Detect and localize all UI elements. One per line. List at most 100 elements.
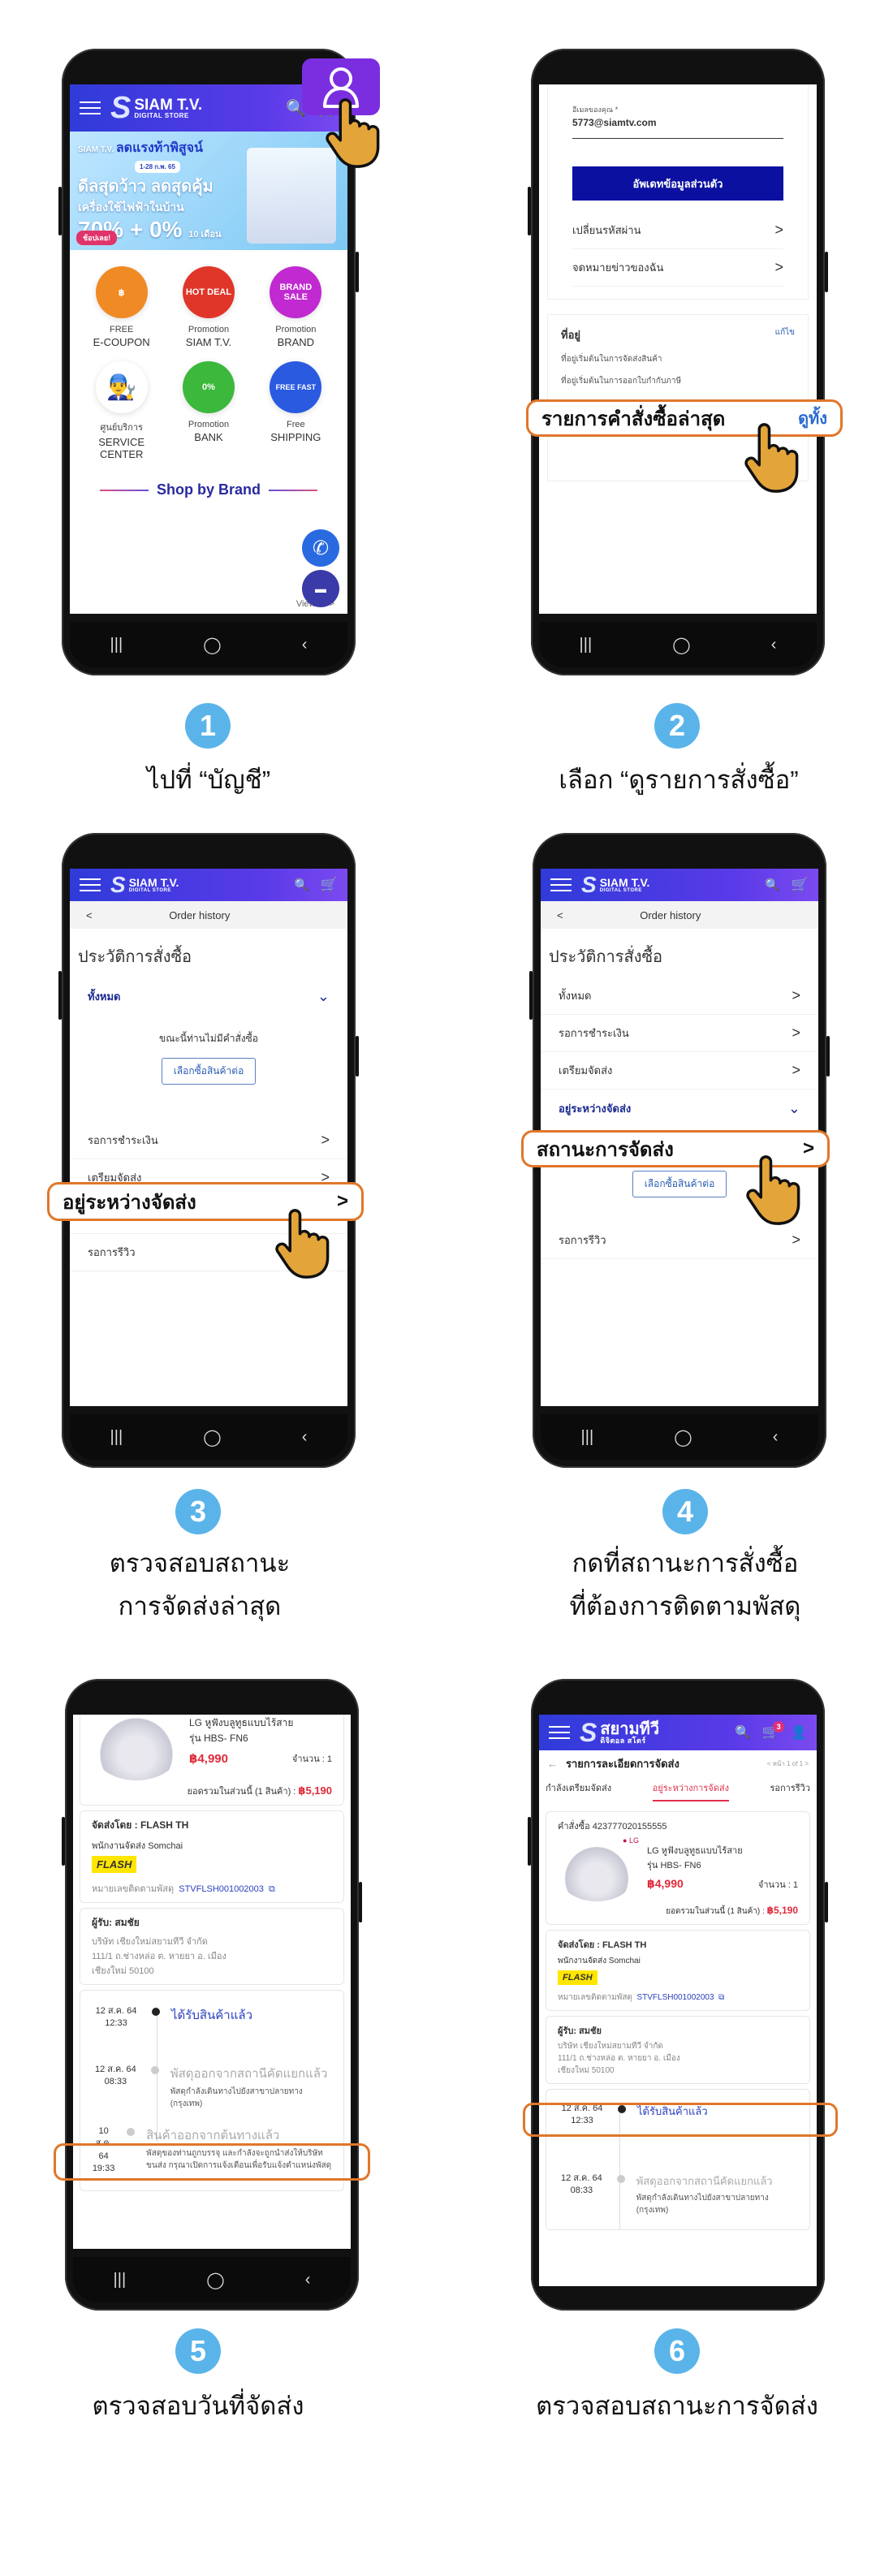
back-icon[interactable]: ‹	[771, 636, 777, 654]
filter-preparing[interactable]: เตรียมจัดส่ง >	[541, 1052, 818, 1090]
shop-by-brand-heading: Shop by Brand	[70, 481, 347, 498]
chat-button[interactable]: ▬	[302, 570, 339, 607]
newsletter-row[interactable]: จดหมายข่าวของฉัน >	[572, 249, 783, 287]
entry-time: 08:33	[570, 2186, 593, 2196]
hamburger-icon[interactable]	[80, 101, 101, 114]
cart-icon[interactable]: 🛒 3	[762, 1721, 785, 1741]
back-button[interactable]: <	[557, 909, 563, 921]
filter-all[interactable]: ทั้งหมด >	[541, 977, 818, 1015]
back-icon[interactable]: ‹	[305, 2271, 311, 2289]
edit-address-link[interactable]: แก้ไข	[775, 326, 795, 343]
screen-title: Order history	[169, 908, 231, 921]
shortcut-top: FREE	[109, 325, 134, 334]
back-arrow-icon[interactable]: ←	[547, 1758, 558, 1770]
recent-apps-icon[interactable]: |||	[110, 636, 123, 654]
shortcut-hot-deal[interactable]: HOT DEAL Promotion SIAM T.V.	[165, 266, 252, 348]
chevron-right-icon: >	[802, 1137, 814, 1159]
filter-review[interactable]: รอการรีวิว >	[541, 1222, 818, 1259]
logo[interactable]: SIAM T.V. DIGITAL STORE	[600, 877, 650, 893]
banner-headline: ลดแรงท้าพิสูจน์	[115, 141, 203, 155]
continue-shopping-button[interactable]: เลือกซื้อสินค้าต่อ	[161, 1058, 257, 1085]
empty-state: ขณะนี้ท่านไม่มีคำสั่งซื้อ เลือกซื้อสินค้…	[70, 1031, 347, 1085]
ship-date-highlight	[54, 2143, 370, 2181]
tab-preparing[interactable]: กำลังเตรียมจัดส่ง	[546, 1780, 611, 1801]
subtotal-label: ยอดรวมในส่วนนี้ (1 สินค้า) :	[187, 1787, 296, 1797]
shortcut-brand-sale[interactable]: BRAND SALE Promotion BRAND	[252, 266, 339, 348]
entry-desc: พัสดุกำลังเดินทางไปยังสาขาปลายทาง (กรุงเ…	[636, 2194, 769, 2215]
recent-apps-icon[interactable]: |||	[110, 1428, 123, 1447]
logo[interactable]: SIAM T.V. DIGITAL STORE	[134, 97, 202, 119]
tab-review[interactable]: รอการรีวิว	[770, 1780, 810, 1801]
order-history-bar: < Order history	[70, 901, 347, 929]
earbuds-product-image	[558, 1845, 636, 1901]
search-icon[interactable]: 🔍	[765, 878, 780, 892]
email-field[interactable]: 5773@siamtv.com	[572, 115, 783, 139]
back-button[interactable]: <	[86, 909, 93, 921]
back-icon[interactable]: ‹	[302, 636, 308, 654]
receiver-name: ผู้รับ: สมชัย	[92, 1917, 140, 1928]
address-title: ที่อยู่	[561, 329, 580, 341]
hamburger-icon[interactable]	[549, 1726, 570, 1739]
view-all-orders-link[interactable]: ดูทั้ง	[798, 405, 827, 431]
search-icon[interactable]: 🔍	[735, 1724, 751, 1741]
phone-call-button[interactable]: ✆	[302, 529, 339, 567]
pagination[interactable]: < หน้า 1 of 1 >	[767, 1758, 809, 1769]
shortcut-label: BRAND	[277, 336, 315, 348]
phone-step-3: S SIAM T.V. DIGITAL STORE 🔍 🛒 < Order hist…	[47, 833, 364, 1468]
filter-in-transit[interactable]: อยู่ระหว่างจัดส่ง ⌄	[541, 1090, 818, 1127]
address-card: ที่อยู่ แก้ไข ที่อยู่เริ่มต้นในการจัดส่งส…	[547, 314, 809, 402]
filter-pending-payment[interactable]: รอการชำระเงิน >	[541, 1015, 818, 1052]
chevron-right-icon: >	[792, 1025, 800, 1041]
default-billing-address: ที่อยู่เริ่มต้นในการออกใบกำกับภาษี	[561, 377, 682, 386]
hamburger-icon[interactable]	[550, 878, 572, 891]
pointer-hand-icon	[745, 1154, 802, 1226]
back-icon[interactable]: ‹	[773, 1428, 779, 1447]
home-screen: S SIAM T.V.DIGITAL STORE 🔍 🛒 SIAM T.V. ล…	[70, 84, 347, 614]
tab-in-transit[interactable]: อยู่ระหว่างการจัดส่ง	[652, 1780, 729, 1801]
recent-apps-icon[interactable]: |||	[581, 1428, 594, 1447]
change-password-row[interactable]: เปลี่ยนรหัสผ่าน >	[572, 212, 783, 249]
continue-shopping-button[interactable]: เลือกซื้อสินค้าต่อ	[632, 1171, 727, 1197]
filter-all[interactable]: ทั้งหมด ⌄	[70, 977, 347, 1015]
shortcut-label: E-COUPON	[93, 336, 150, 348]
shortcut-shipping[interactable]: FREE FAST Free SHIPPING	[252, 361, 339, 460]
promo-banner[interactable]: SIAM T.V. ลดแรงท้าพิสูจน์ 1-28 ก.พ. 65 ด…	[70, 132, 347, 250]
row-label: ทั้งหมด	[88, 990, 121, 1003]
recent-apps-icon[interactable]: |||	[114, 2271, 127, 2289]
tracking-number: STVFLSH001002003	[179, 1884, 264, 1894]
update-profile-button[interactable]: อัพเดทข้อมูลส่วนตัว	[572, 166, 783, 201]
home-icon[interactable]: ◯	[203, 1427, 221, 1448]
tracking-label: หมายเลขติดตามพัสดุ	[92, 1884, 175, 1894]
shortcut-bank[interactable]: 0% Promotion BANK	[165, 361, 252, 460]
home-icon[interactable]: ◯	[674, 1427, 692, 1448]
search-icon[interactable]: 🔍	[294, 878, 309, 892]
receiver-address-3: เชียงใหม่ 50100	[558, 2066, 615, 2075]
banner-cta[interactable]: ช้อปเลย!	[76, 231, 118, 245]
home-icon[interactable]: ◯	[203, 635, 221, 655]
cart-icon[interactable]: 🛒	[792, 877, 809, 893]
screen-title: Order history	[640, 908, 701, 921]
android-nav-bar: ||| ◯ ‹	[541, 1414, 818, 1460]
recent-apps-icon[interactable]: |||	[580, 636, 593, 654]
row-label: ทั้งหมด	[559, 990, 592, 1002]
shortcut-service-center[interactable]: 👨‍🔧 ศูนย์บริการ SERVICE CENTER	[78, 361, 165, 460]
logo[interactable]: SIAM T.V. DIGITAL STORE	[129, 877, 179, 893]
back-icon[interactable]: ‹	[302, 1428, 308, 1447]
subtotal-value: ฿5,190	[766, 1905, 798, 1916]
coupon-icon: ฿	[95, 266, 148, 318]
phone-step-1: S SIAM T.V.DIGITAL STORE 🔍 🛒 SIAM T.V. ล…	[58, 49, 380, 675]
logo[interactable]: สยามทีวี ดิจิตอล สโตร์	[600, 1721, 659, 1745]
copy-icon[interactable]: ⧉	[718, 1993, 724, 2002]
filter-pending-payment[interactable]: รอการชำระเงิน >	[70, 1122, 347, 1159]
cart-icon[interactable]: 🛒	[321, 877, 338, 893]
brand-sub: DIGITAL STORE	[599, 888, 642, 893]
home-icon[interactable]: ◯	[206, 2270, 224, 2290]
copy-icon[interactable]: ⧉	[269, 1884, 275, 1894]
earbuds-product-image	[92, 1715, 181, 1780]
shortcut-e-coupon[interactable]: ฿ FREE E-COUPON	[78, 266, 165, 348]
user-icon[interactable]: 👤	[791, 1724, 807, 1741]
step-number-1: 1	[185, 703, 231, 749]
brand-name-thai: สยามทีวี	[600, 1719, 660, 1738]
home-icon[interactable]: ◯	[672, 635, 690, 655]
hamburger-icon[interactable]	[80, 878, 101, 891]
